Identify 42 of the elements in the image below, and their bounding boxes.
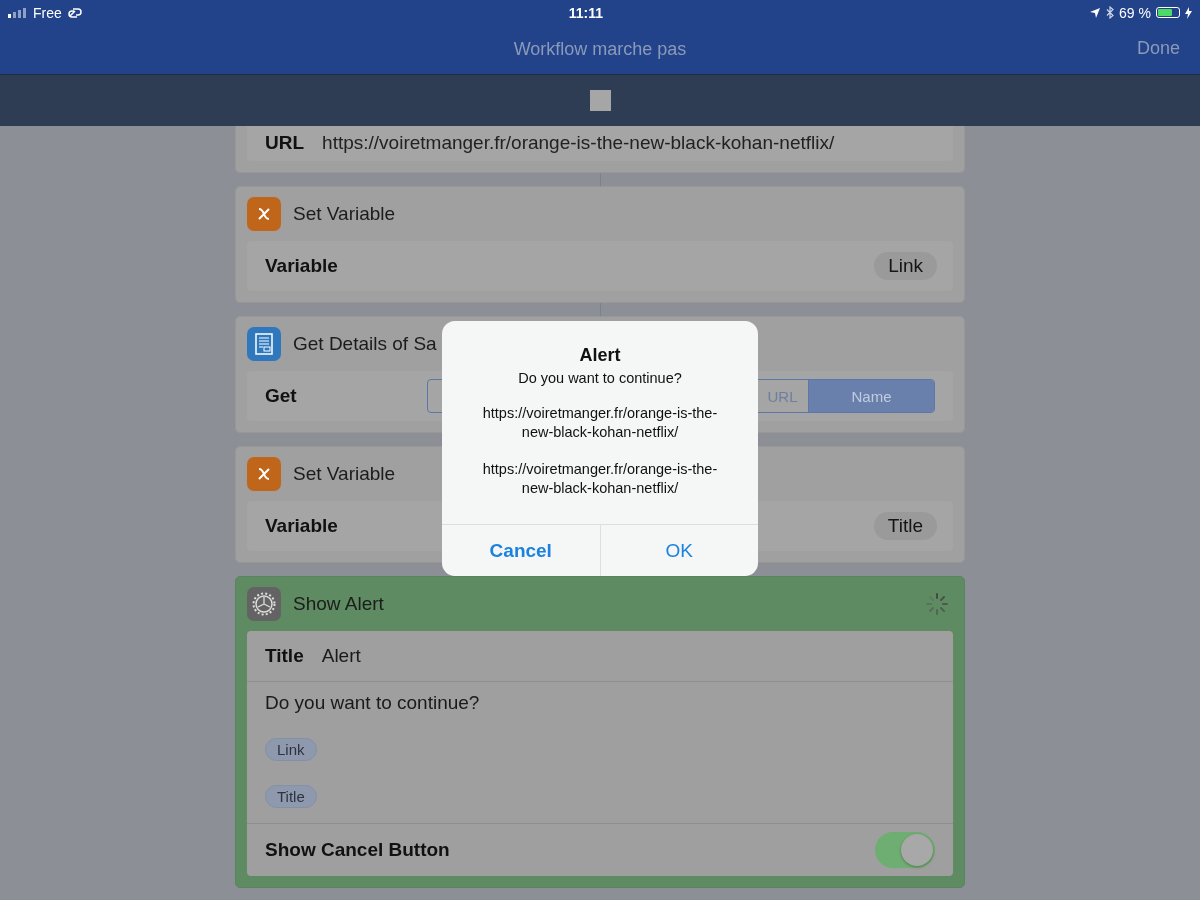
location-arrow-icon: [1089, 6, 1102, 19]
action-title: Get Details of Sa: [293, 333, 437, 355]
variable-icon: [247, 197, 281, 231]
alert-url-text: https://voiretmanger.fr/orange-is-the-new-black-kohan-netflix/: [481, 460, 719, 498]
carrier-name: Free: [33, 4, 62, 21]
stop-button[interactable]: [589, 90, 611, 111]
battery-percent: 69 %: [1119, 4, 1151, 21]
toggle-switch[interactable]: [875, 832, 935, 868]
message-text: Do you want to continue?: [265, 692, 480, 714]
field-label: Title: [265, 645, 304, 667]
signal-icon: [8, 7, 28, 18]
action-title: Set Variable: [293, 463, 396, 485]
document-icon: [247, 327, 281, 361]
workflow-title: Workflow marche pas: [513, 39, 687, 60]
gear-icon: [247, 587, 281, 621]
charging-bolt-icon: [1185, 6, 1192, 19]
ok-button[interactable]: OK: [599, 525, 758, 576]
field-label: Variable: [265, 515, 338, 537]
done-button[interactable]: Done: [1136, 38, 1180, 59]
url-value: https://voiretmanger.fr/orange-is-the-new-black-kohan-netflix/: [322, 132, 836, 154]
variable-token[interactable]: Link: [265, 738, 317, 761]
variable-token[interactable]: Link: [874, 252, 937, 280]
variable-token[interactable]: Title: [873, 512, 937, 540]
spinner-icon: [925, 592, 949, 616]
field-label: Show Cancel Button: [265, 839, 450, 861]
alert-message: Do you want to continue?: [518, 370, 682, 386]
alert-url-text: https://voiretmanger.fr/orange-is-the-new-black-kohan-netflix/: [481, 404, 719, 442]
field-label: Variable: [265, 255, 338, 277]
variable-icon: [247, 457, 281, 491]
alert-title: Alert: [579, 345, 621, 366]
action-title: Show Alert: [293, 593, 384, 615]
field-label: URL: [265, 132, 305, 154]
segment-tab[interactable]: Name: [808, 380, 934, 412]
field-label: Get: [265, 385, 297, 407]
clock-time: 11:11: [568, 4, 604, 21]
cancel-button[interactable]: Cancel: [442, 525, 600, 576]
bluetooth-icon: [1106, 6, 1115, 19]
title-value: Alert: [321, 645, 361, 667]
action-title: Set Variable: [293, 203, 396, 225]
variable-token[interactable]: Title: [265, 785, 317, 808]
battery-icon: [1156, 7, 1180, 18]
link-icon: [66, 6, 83, 19]
